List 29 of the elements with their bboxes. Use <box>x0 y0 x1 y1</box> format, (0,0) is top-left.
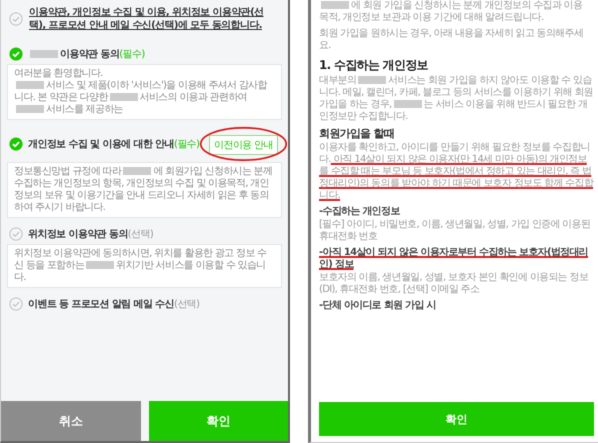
policy-paragraph: [필수] 아이디, 비밀번호, 이름, 생년월일, 성별, 가입 인증에 이용된 휴대전화 번호 <box>319 219 592 243</box>
cancel-button[interactable]: 취소 <box>1 401 140 441</box>
policy-paragraph: 대부분의 서비스는 회원 가입을 하지 않아도 이용할 수 있습니다. 메일, 캘린더, 카페, 블로그 등의 서비스를 이용하기 위해 회원 가입을 하는 경우, 는 서비스 이용을 위해 반드시 필요한 개인정보만 수집합니다. <box>319 75 594 123</box>
terms-text: 서비스 및 제품(이하 '서비스')을 이용해 주셔서 감사합니다. 본 약관은 다양한 서비스의 이용과 관련하여 서비스를 제공하는 <box>14 80 268 116</box>
checked-circle-icon[interactable] <box>9 47 23 61</box>
agreement-title: 위치정보 이용약관 동의(선택) <box>28 228 154 241</box>
check-circle-icon[interactable] <box>9 227 23 241</box>
item-heading: -단체 아이디로 회원 가입 시 <box>319 300 437 312</box>
confirm-button[interactable]: 확인 <box>319 402 594 436</box>
policy-paragraph: 보호자의 이름, 생년월일, 성별, 보호자 본인 확인에 이용되는 정보(DI), 휴대전화 번호, [선택] 이메일 주소 <box>319 272 590 296</box>
item-heading: -아직 14살이 되지 않은 이용자로부터 수집하는 보호자(법정대리인) 정보 <box>319 247 590 271</box>
terms-text: 위치정보 이용약관에 동의하시면, 위치를 활용한 광고 정보 수신 등을 포함하는 위치기반 서비스를 이용할 수 있습니다. <box>14 248 268 284</box>
agreement-title: 개인정보 수집 및 이용에 대한 안내(필수) <box>28 138 200 151</box>
check-circle-icon[interactable] <box>9 12 23 26</box>
subsection-heading: 회원가입을 할때 <box>319 127 396 141</box>
agreement-title: 이용약관 동의(필수) <box>28 47 145 61</box>
terms-text: 정보통신망법 규정에 따라 에 회원가입 신청하시는 분께 수집하는 개인정보의 항목, 개인정보의 수집 및 이용목적, 개인정보의 보유 및 이용기간을 안내 드리오니 자세히 읽은 후 동의하여 주시기 바랍니다. <box>14 166 274 214</box>
section-heading: 1. 수집하는 개인정보 <box>319 58 429 73</box>
agreement-title: 이벤트 등 프로모션 알림 메일 수신(선택) <box>28 298 200 311</box>
policy-paragraph: 회원 가입을 원하시는 경우, 아래 내용을 자세히 읽고 동의해주세요. <box>319 28 584 52</box>
guide-button[interactable]: 이전이용 안내 <box>209 135 278 155</box>
checked-circle-icon[interactable] <box>9 137 23 151</box>
policy-paragraph: 이용자를 확인하고, 아이디를 만들기 위해 필요한 정보를 수집합니다. 아직 14살이 되지 않은 이용자(만 14세 미만 아동)의 개인정보를 수집할 때는 부모님 등 보호자(법에서 정하고 있는 대리인, 즉 법정대리인)의 동의를 받아야 하기 때문에 보호자 정보도 함께 수집합니다. <box>319 142 594 202</box>
policy-paragraph: 에 회원 가입을 신청하시는 분께 개인정보의 수집과 이용 목적, 개인정보 보관과 이용 기간에 대해 알려드립니다. <box>319 0 584 24</box>
check-circle-icon[interactable] <box>9 297 23 311</box>
confirm-button[interactable]: 확인 <box>148 401 288 441</box>
item-heading: -수집하는 개인정보 <box>319 206 401 218</box>
terms-text: 여러분을 환영합니다. <box>14 68 104 80</box>
agree-all-label: 이용약관, 개인정보 수집 및 이용, 위치정보 이용약관(선택), 프로모션 안내 메일 수신(선택)에 모두 동의합니다. <box>29 6 264 32</box>
